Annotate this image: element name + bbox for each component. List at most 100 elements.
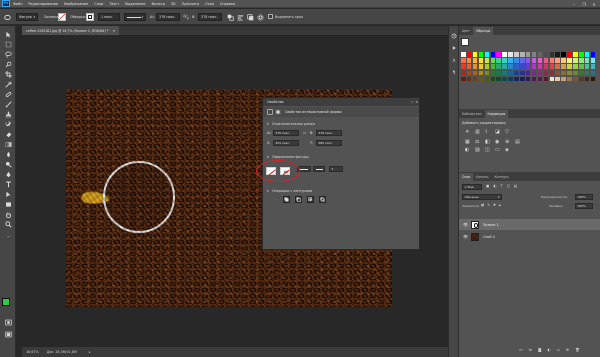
color-swatch[interactable] xyxy=(590,58,596,63)
dodge-tool-icon[interactable] xyxy=(4,160,13,169)
color-swatch[interactable] xyxy=(584,58,590,63)
screen-mode-icon[interactable] xyxy=(4,330,13,339)
lock-pixels-icon[interactable]: ✎ xyxy=(487,203,490,207)
link-layers-icon[interactable]: ⊶ xyxy=(519,348,523,352)
levels-icon[interactable]: ▥ xyxy=(475,129,480,135)
history-panel-icon[interactable] xyxy=(450,32,458,40)
color-swatch[interactable] xyxy=(508,52,513,57)
black-white-icon[interactable]: ◧ xyxy=(485,139,490,145)
new-group-icon[interactable]: ▭ xyxy=(557,348,560,352)
menu-type[interactable]: Текст xyxy=(109,2,119,6)
selective-color-icon[interactable]: ◈ xyxy=(505,147,509,153)
color-swatch[interactable] xyxy=(567,76,572,82)
color-swatch[interactable] xyxy=(525,64,531,69)
color-swatch[interactable] xyxy=(484,70,490,76)
color-swatch[interactable] xyxy=(590,64,596,69)
eraser-tool-icon[interactable] xyxy=(4,130,13,139)
color-swatch[interactable] xyxy=(466,70,472,76)
new-adjustment-layer-icon[interactable]: ◐ xyxy=(548,348,551,352)
color-swatch[interactable] xyxy=(543,76,549,82)
curves-icon[interactable]: ⌇ xyxy=(485,129,487,135)
tab-swatches[interactable]: Образцы xyxy=(472,27,494,35)
color-swatch[interactable] xyxy=(478,52,484,57)
color-swatch[interactable] xyxy=(461,64,466,69)
color-swatch[interactable] xyxy=(484,76,490,82)
type-layer-filter-icon[interactable]: T xyxy=(501,184,503,188)
color-swatch[interactable] xyxy=(579,64,584,69)
combine-shapes-icon[interactable] xyxy=(283,196,290,203)
color-swatch[interactable] xyxy=(567,52,572,57)
adjustment-layer-filter-icon[interactable]: ◐ xyxy=(493,184,496,188)
color-swatch[interactable] xyxy=(549,64,555,69)
color-swatch[interactable] xyxy=(484,58,490,63)
ellipse-tool-preset-icon[interactable] xyxy=(3,13,11,21)
color-swatch[interactable] xyxy=(502,76,507,82)
color-swatch[interactable] xyxy=(543,58,549,63)
color-swatch[interactable] xyxy=(531,58,537,63)
color-swatch[interactable] xyxy=(514,70,519,76)
shape-layer-filter-icon[interactable]: ◻ xyxy=(507,184,510,188)
brightness-contrast-icon[interactable]: ☀ xyxy=(465,129,469,135)
properties-title[interactable]: Свойства xyxy=(263,100,284,104)
history-brush-tool-icon[interactable] xyxy=(4,120,13,129)
eye-icon[interactable]: 👁︎ xyxy=(463,234,468,239)
color-swatch[interactable] xyxy=(567,70,572,76)
pixel-layer-filter-icon[interactable]: ▣ xyxy=(486,184,489,188)
blur-tool-icon[interactable] xyxy=(4,150,13,159)
color-swatch[interactable] xyxy=(490,58,496,63)
color-swatch[interactable] xyxy=(537,70,543,76)
color-swatch[interactable] xyxy=(555,70,560,76)
color-swatch[interactable] xyxy=(573,64,578,69)
color-swatch[interactable] xyxy=(520,70,525,76)
color-swatch[interactable] xyxy=(561,76,566,82)
color-swatch[interactable] xyxy=(584,76,590,82)
tab-adjustments[interactable]: Коррекция xyxy=(484,110,509,118)
color-swatch[interactable] xyxy=(531,70,537,76)
new-layer-icon[interactable]: ⊞ xyxy=(566,348,569,352)
color-swatch[interactable] xyxy=(502,64,507,69)
color-swatch[interactable] xyxy=(472,70,478,76)
color-swatch[interactable] xyxy=(461,58,466,63)
prop-y-field[interactable]: 680 пикс. xyxy=(316,140,342,146)
prop-width-field[interactable]: 378 пикс. xyxy=(273,130,299,136)
width-field[interactable]: 378 пикс. xyxy=(156,13,180,21)
color-swatch[interactable] xyxy=(573,76,578,82)
color-swatch[interactable] xyxy=(490,76,496,82)
color-swatch[interactable] xyxy=(508,64,513,69)
tab-paths[interactable]: Контуры xyxy=(491,173,511,181)
smart-object-filter-icon[interactable]: ▤ xyxy=(514,184,517,188)
character-panel-icon[interactable]: A xyxy=(450,56,458,64)
color-swatch[interactable] xyxy=(531,52,537,57)
actions-panel-icon[interactable] xyxy=(450,44,458,52)
color-swatch[interactable] xyxy=(579,70,584,76)
color-swatch[interactable] xyxy=(514,58,519,63)
color-swatch[interactable] xyxy=(496,70,501,76)
path-operations-icon[interactable] xyxy=(226,13,234,21)
hand-tool-icon[interactable] xyxy=(4,210,13,219)
color-swatch[interactable] xyxy=(567,64,572,69)
color-swatch[interactable] xyxy=(502,52,507,57)
color-swatch[interactable] xyxy=(555,58,560,63)
move-tool-icon[interactable] xyxy=(4,30,13,39)
menu-window[interactable]: Окно xyxy=(205,2,214,6)
color-swatch[interactable] xyxy=(555,52,560,57)
gradient-tool-icon[interactable] xyxy=(4,140,13,149)
color-swatch[interactable] xyxy=(496,52,501,57)
color-swatch[interactable] xyxy=(508,70,513,76)
threshold-icon[interactable]: ◫ xyxy=(485,147,490,153)
prop-x-field[interactable]: 404 пикс. xyxy=(273,140,299,146)
color-swatch[interactable] xyxy=(508,58,513,63)
path-alignment-icon[interactable] xyxy=(236,13,244,21)
zoom-level[interactable]: 16,67% xyxy=(26,350,39,354)
layer-name[interactable]: Эллипс 1 xyxy=(483,223,499,227)
color-swatch[interactable] xyxy=(573,58,578,63)
color-swatch[interactable] xyxy=(567,58,572,63)
add-mask-icon[interactable]: ◙ xyxy=(538,348,542,352)
stroke-style-prop-field[interactable] xyxy=(313,166,325,172)
color-swatch[interactable] xyxy=(514,52,519,57)
exclude-overlap-icon[interactable] xyxy=(319,196,326,203)
align-edges-checkbox[interactable] xyxy=(268,14,273,19)
color-swatch[interactable] xyxy=(561,52,566,57)
bbox-section-arrow[interactable]: ▾ xyxy=(267,122,269,126)
color-swatch[interactable] xyxy=(525,76,531,82)
